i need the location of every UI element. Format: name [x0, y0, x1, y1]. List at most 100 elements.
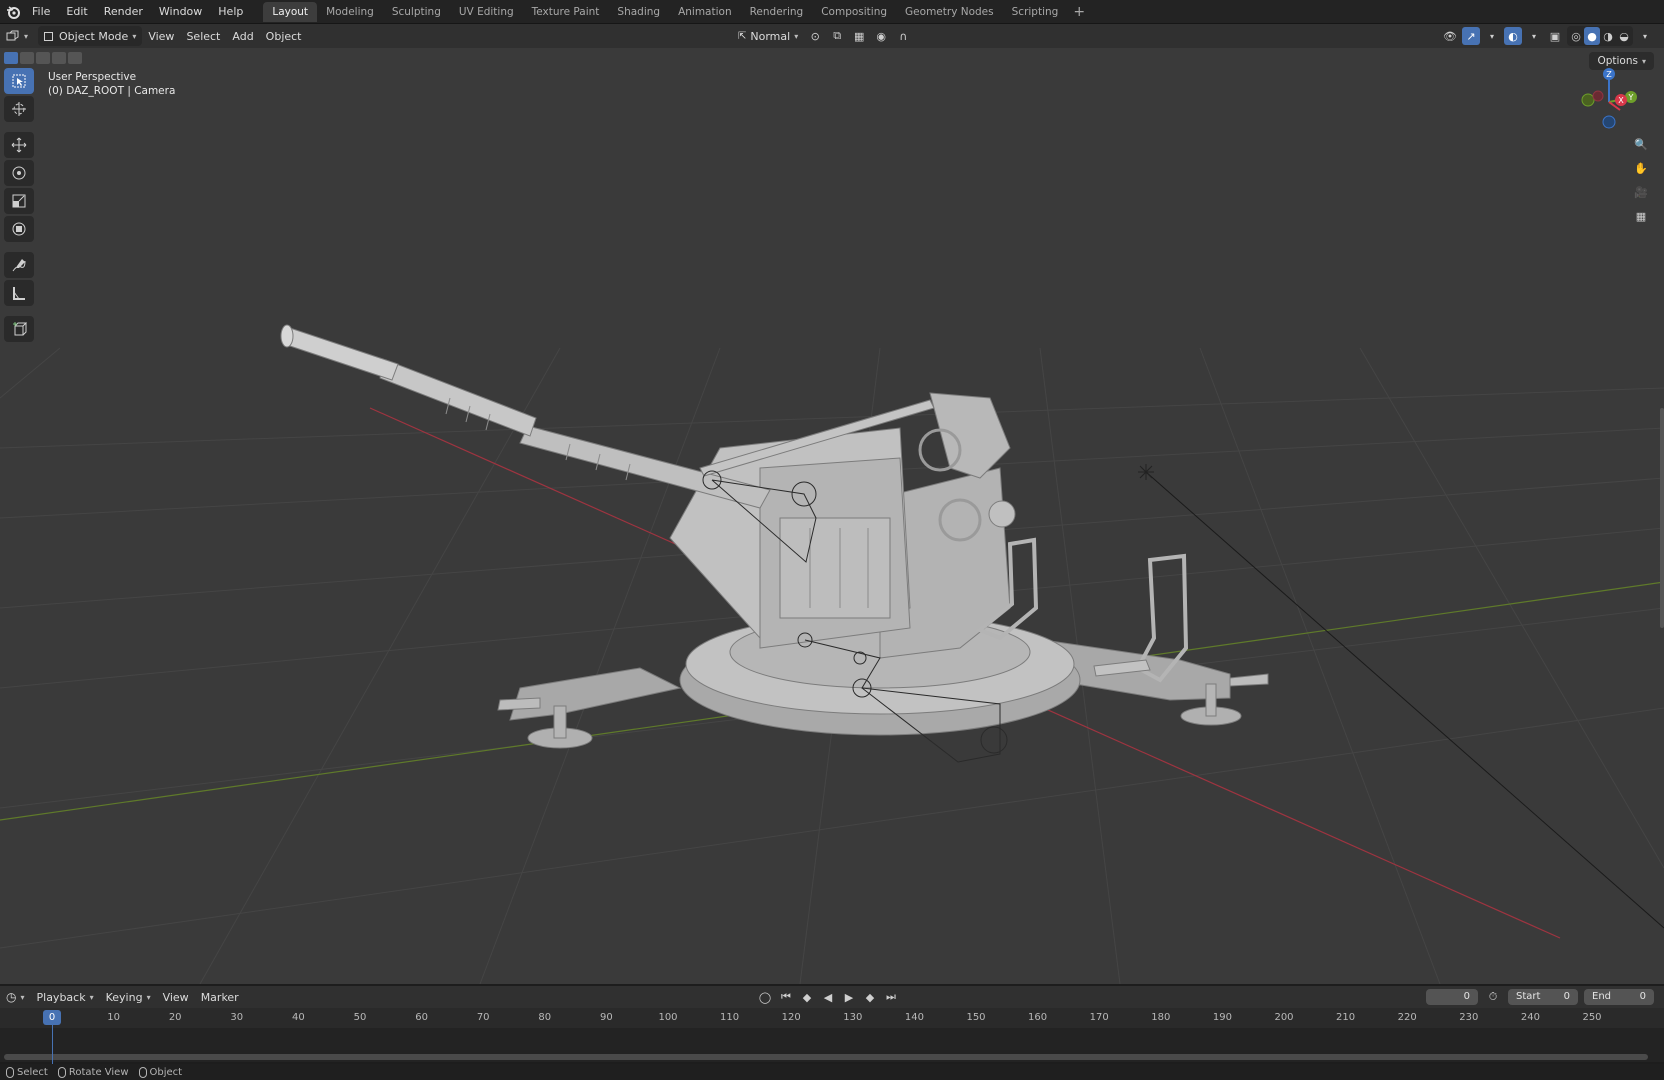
- clock-icon: ◷: [6, 990, 17, 1004]
- zoom-icon[interactable]: 🔍: [1630, 134, 1652, 154]
- tab-compositing[interactable]: Compositing: [812, 2, 896, 22]
- frame-tick-label: 240: [1520, 1012, 1540, 1023]
- select-subtract-icon[interactable]: [36, 52, 50, 64]
- frame-tick-label: 40: [292, 1012, 305, 1023]
- add-workspace-button[interactable]: +: [1067, 4, 1091, 20]
- menu-marker[interactable]: Marker: [195, 987, 245, 1007]
- play-icon[interactable]: ▶: [840, 988, 858, 1006]
- rendered-shading-icon[interactable]: ◒: [1616, 27, 1632, 45]
- current-frame-field[interactable]: 0: [1426, 989, 1478, 1005]
- 3d-viewport[interactable]: Options ▾ User Perspective (0) DAZ_ROOT |…: [0, 48, 1664, 984]
- timeline-area[interactable]: 0 10 20 30 40 50 60 70 80 90 100 110 120 130 140 150 160…: [0, 1008, 1664, 1065]
- top-menu-bar: File Edit Render Window Help Layout Mode…: [0, 0, 1664, 24]
- overlays-dropdown-icon[interactable]: ▾: [1525, 27, 1543, 45]
- frame-tick-label: 60: [415, 1012, 428, 1023]
- tab-rendering[interactable]: Rendering: [741, 2, 813, 22]
- frame-range-controls: 0 ⏱ Start 0 End 0: [1426, 988, 1654, 1006]
- perspective-toggle-icon[interactable]: ▦: [1630, 206, 1652, 226]
- wireframe-shading-icon[interactable]: ◎: [1568, 27, 1584, 45]
- menu-view[interactable]: View: [142, 26, 180, 46]
- editor-type-icon: [6, 30, 19, 41]
- overlays-toggle-icon[interactable]: ◐: [1504, 27, 1522, 45]
- menu-playback[interactable]: Playback ▾: [31, 987, 100, 1007]
- measure-tool-icon[interactable]: [4, 280, 34, 306]
- playhead-frame-indicator[interactable]: 0: [43, 1010, 61, 1025]
- tab-sculpting[interactable]: Sculpting: [383, 2, 450, 22]
- tab-modeling[interactable]: Modeling: [317, 2, 383, 22]
- xray-icon[interactable]: ▣: [1546, 27, 1564, 45]
- prev-keyframe-icon[interactable]: ◆: [798, 988, 816, 1006]
- transform-controls: ⇱ Normal ▾ ⊙ ⧉ ▦ ◉ ∩: [734, 26, 912, 46]
- tab-animation[interactable]: Animation: [669, 2, 741, 22]
- snap-target-icon[interactable]: ▦: [850, 27, 868, 45]
- select-intersect-icon[interactable]: [68, 52, 82, 64]
- transform-tool-icon[interactable]: [4, 216, 34, 242]
- mode-dropdown[interactable]: Object Mode ▾: [38, 26, 143, 46]
- navigation-gizmo[interactable]: Z Y X: [1574, 66, 1644, 136]
- orientation-dropdown[interactable]: ⇱ Normal ▾: [734, 26, 802, 46]
- viewport-scrollbar[interactable]: [1660, 408, 1664, 628]
- tool-separator: [4, 124, 34, 130]
- solid-shading-icon[interactable]: ●: [1584, 27, 1600, 45]
- auto-keying-icon[interactable]: ◯: [756, 988, 774, 1006]
- visibility-icon[interactable]: 👁: [1441, 27, 1459, 45]
- select-extend-icon[interactable]: [20, 52, 34, 64]
- material-shading-icon[interactable]: ◑: [1600, 27, 1616, 45]
- frame-tick-label: 50: [353, 1012, 367, 1023]
- select-new-icon[interactable]: [4, 52, 18, 64]
- stopwatch-icon[interactable]: ⏱: [1484, 988, 1502, 1006]
- gizmo-dropdown-icon[interactable]: ▾: [1483, 27, 1501, 45]
- next-keyframe-icon[interactable]: ◆: [861, 988, 879, 1006]
- frame-tick-label: 100: [658, 1012, 678, 1023]
- menu-keying[interactable]: Keying ▾: [100, 987, 157, 1007]
- falloff-icon[interactable]: ∩: [894, 27, 912, 45]
- rotate-tool-icon[interactable]: [4, 160, 34, 186]
- tab-uv-editing[interactable]: UV Editing: [450, 2, 523, 22]
- annotate-tool-icon[interactable]: [4, 252, 34, 278]
- shading-dropdown-icon[interactable]: ▾: [1636, 27, 1654, 45]
- frame-ruler[interactable]: 0 10 20 30 40 50 60 70 80 90 100 110 120 130 140 150 160…: [0, 1008, 1664, 1028]
- menu-edit[interactable]: Edit: [58, 0, 95, 24]
- tab-geometry-nodes[interactable]: Geometry Nodes: [896, 2, 1003, 22]
- menu-window[interactable]: Window: [151, 0, 210, 24]
- scale-tool-icon[interactable]: [4, 188, 34, 214]
- editor-type-button[interactable]: ▾: [0, 26, 34, 46]
- menu-help[interactable]: Help: [210, 0, 251, 24]
- select-box-tool-icon[interactable]: [4, 68, 34, 94]
- frame-tick-label: 30: [230, 1012, 244, 1023]
- menu-object[interactable]: Object: [260, 26, 308, 46]
- jump-start-icon[interactable]: ⏮: [777, 988, 795, 1006]
- tab-scripting[interactable]: Scripting: [1003, 2, 1068, 22]
- timeline-scrollbar[interactable]: [4, 1054, 1648, 1060]
- menu-render[interactable]: Render: [96, 0, 151, 24]
- snap-icon[interactable]: ⧉: [828, 27, 846, 45]
- pan-hand-icon[interactable]: ✋: [1630, 158, 1652, 178]
- menu-file[interactable]: File: [24, 0, 58, 24]
- start-value: 0: [1563, 991, 1570, 1002]
- frame-tick-label: 200: [1274, 1012, 1294, 1023]
- end-frame-field[interactable]: End 0: [1584, 989, 1654, 1005]
- select-invert-icon[interactable]: [52, 52, 66, 64]
- tab-layout[interactable]: Layout: [263, 1, 318, 22]
- playback-controls: ◯ ⏮ ◆ ◀ ▶ ◆ ⏭: [756, 988, 900, 1006]
- camera-view-icon[interactable]: 🎥: [1630, 182, 1652, 202]
- menu-add[interactable]: Add: [226, 26, 259, 46]
- play-reverse-icon[interactable]: ◀: [819, 988, 837, 1006]
- menu-select[interactable]: Select: [180, 26, 226, 46]
- start-frame-field[interactable]: Start 0: [1508, 989, 1578, 1005]
- playhead-line[interactable]: [52, 1025, 53, 1065]
- cursor-tool-icon[interactable]: [4, 96, 34, 122]
- gizmo-toggle-icon[interactable]: ↗: [1462, 27, 1480, 45]
- move-tool-icon[interactable]: [4, 132, 34, 158]
- viewport-info: User Perspective (0) DAZ_ROOT | Camera: [48, 70, 175, 98]
- timeline-editor-type-button[interactable]: ◷ ▾: [0, 987, 31, 1007]
- blender-logo-icon[interactable]: [2, 0, 24, 24]
- proportional-edit-icon[interactable]: ◉: [872, 27, 890, 45]
- menu-timeline-view[interactable]: View: [157, 987, 195, 1007]
- tab-texture-paint[interactable]: Texture Paint: [523, 2, 609, 22]
- mouse-middle-icon: [57, 1066, 66, 1078]
- tab-shading[interactable]: Shading: [608, 2, 669, 22]
- pivot-icon[interactable]: ⊙: [806, 27, 824, 45]
- add-cube-tool-icon[interactable]: [4, 316, 34, 342]
- jump-end-icon[interactable]: ⏭: [882, 988, 900, 1006]
